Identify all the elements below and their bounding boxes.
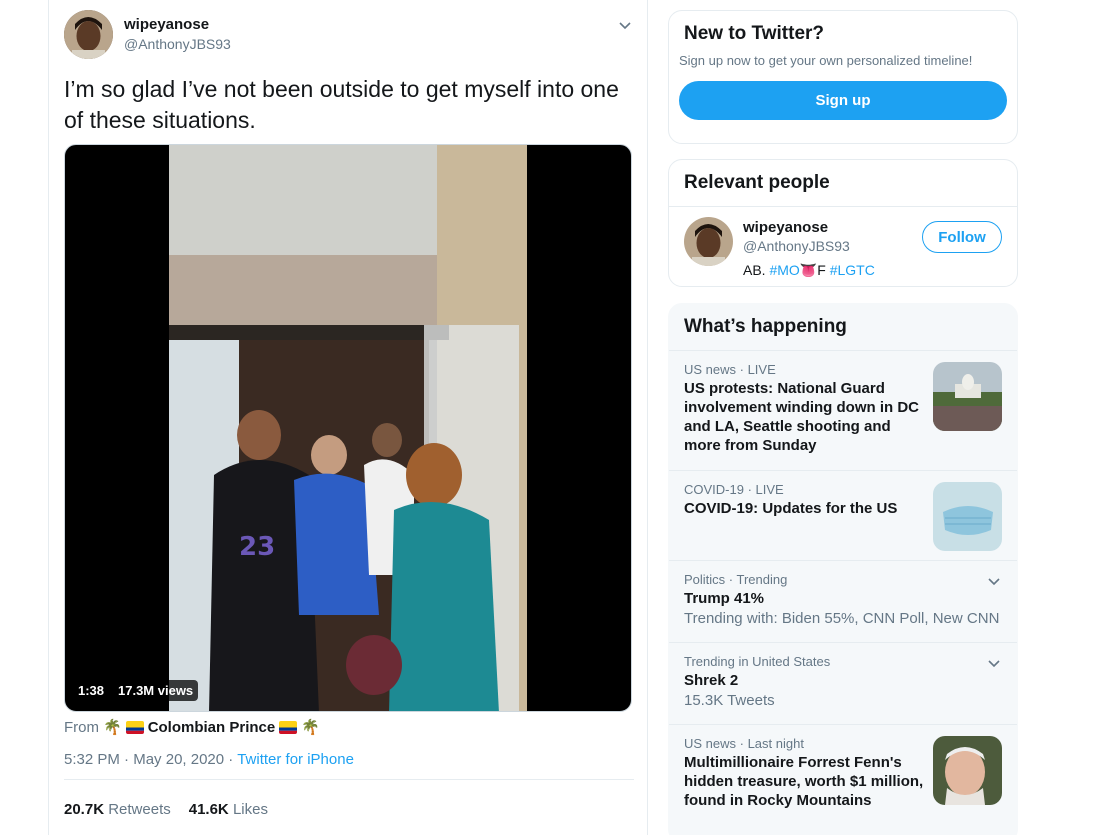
source-attribution: From 🌴 Colombian Prince 🌴: [64, 716, 320, 738]
signup-title: New to Twitter?: [684, 23, 825, 44]
avatar[interactable]: [64, 10, 113, 59]
relevant-people-title: Relevant people: [684, 172, 830, 193]
hashtag-link[interactable]: #MO: [769, 262, 799, 278]
relevant-person[interactable]: wipeyanose @AnthonyJBS93 AB. #MO👅F #LGTC…: [669, 207, 1017, 286]
tweet-header: wipeyanose @AnthonyJBS93: [64, 10, 634, 62]
trend-image: [933, 362, 1002, 431]
whats-happening-panel: What’s happening US news · LIVE US prote…: [668, 303, 1018, 835]
trend-meta: Politics · Trending: [684, 572, 788, 587]
tweet-date[interactable]: May 20, 2020: [133, 751, 224, 768]
tweet-client-link[interactable]: Twitter for iPhone: [237, 751, 354, 768]
tweet-meta: 5:32 PM · May 20, 2020 · Twitter for iPh…: [64, 751, 354, 768]
trend-title: Shrek 2: [684, 672, 739, 689]
divider: [64, 779, 634, 780]
separator: ·: [228, 751, 234, 768]
follow-button[interactable]: Follow: [922, 221, 1002, 253]
tweet-text: I’m so glad I’ve not been outside to get…: [64, 76, 619, 133]
bio-text: F: [817, 262, 826, 278]
person-name[interactable]: wipeyanose: [743, 219, 828, 236]
trend-image: [933, 736, 1002, 805]
trend-item[interactable]: US news · LIVE US protests: National Gua…: [669, 350, 1017, 470]
person-bio: AB. #MO👅F #LGTC: [743, 262, 875, 279]
retweets-label: Retweets: [108, 801, 171, 818]
relevant-people-panel: Relevant people wipeyanose @AnthonyJBS93…: [668, 159, 1018, 287]
avatar[interactable]: [684, 217, 733, 266]
svg-text:23: 23: [239, 532, 275, 562]
likes-stat[interactable]: 41.6K Likes: [189, 801, 268, 818]
display-name[interactable]: wipeyanose: [124, 16, 209, 33]
bio-prefix: AB.: [743, 262, 766, 278]
hashtag-link[interactable]: #LGTC: [830, 262, 875, 278]
trend-title: Trump 41%: [684, 590, 765, 607]
colombia-flag-icon: [125, 720, 144, 734]
video-views: 17.3M views: [113, 680, 199, 701]
tweet-stats: 20.7K Retweets 41.6K Likes: [64, 801, 268, 818]
source-name[interactable]: Colombian Prince: [148, 719, 276, 736]
chevron-down-icon[interactable]: [986, 573, 1002, 589]
user-handle[interactable]: @AnthonyJBS93: [124, 36, 231, 52]
chevron-down-icon[interactable]: [616, 16, 634, 34]
trend-subtext: 15.3K Tweets: [684, 692, 775, 709]
trend-item[interactable]: US news · Last night Multimillionaire Fo…: [669, 724, 1017, 835]
trend-title: Multimillionaire Forrest Fenn's hidden t…: [684, 754, 924, 809]
person-handle[interactable]: @AnthonyJBS93: [743, 238, 850, 254]
video-duration: 1:38: [73, 680, 110, 701]
trend-item[interactable]: Trending in United States Shrek 2 15.3K …: [669, 642, 1017, 724]
colombia-flag-icon: [279, 720, 298, 734]
likes-count: 41.6K: [188, 801, 229, 818]
signup-button[interactable]: Sign up: [679, 81, 1007, 120]
trend-image: [933, 482, 1002, 551]
trend-subtext: Trending with: Biden 55%, CNN Poll, New …: [684, 610, 1000, 627]
signup-panel: New to Twitter? Sign up now to get your …: [668, 10, 1018, 144]
chevron-down-icon[interactable]: [986, 655, 1002, 671]
video-player[interactable]: 23 1:38 17.3M views: [64, 144, 632, 712]
whats-happening-title: What’s happening: [684, 316, 847, 337]
trend-item[interactable]: COVID-19 · LIVE COVID-19: Updates for th…: [669, 470, 1017, 560]
palm-tree-icon: 🌴: [103, 719, 122, 736]
trend-title: COVID-19: Updates for the US: [684, 500, 898, 517]
tweet-column: wipeyanose @AnthonyJBS93 I’m so glad I’v…: [48, 0, 648, 835]
separator: ·: [124, 751, 130, 768]
palm-tree-icon: 🌴: [301, 719, 320, 736]
tweet-time[interactable]: 5:32 PM: [64, 751, 120, 768]
retweets-count: 20.7K: [64, 801, 105, 818]
retweets-stat[interactable]: 20.7K Retweets: [64, 801, 171, 818]
trend-item[interactable]: Politics · Trending Trump 41% Trending w…: [669, 560, 1017, 642]
trend-meta: Trending in United States: [684, 654, 831, 669]
signup-subtitle: Sign up now to get your own personalized…: [679, 53, 973, 68]
video-frame: 23: [169, 145, 527, 711]
source-prefix: From: [64, 718, 99, 736]
trend-title: US protests: National Guard involvement …: [684, 380, 919, 454]
likes-label: Likes: [232, 801, 268, 818]
tongue-emoji: 👅: [799, 262, 818, 278]
